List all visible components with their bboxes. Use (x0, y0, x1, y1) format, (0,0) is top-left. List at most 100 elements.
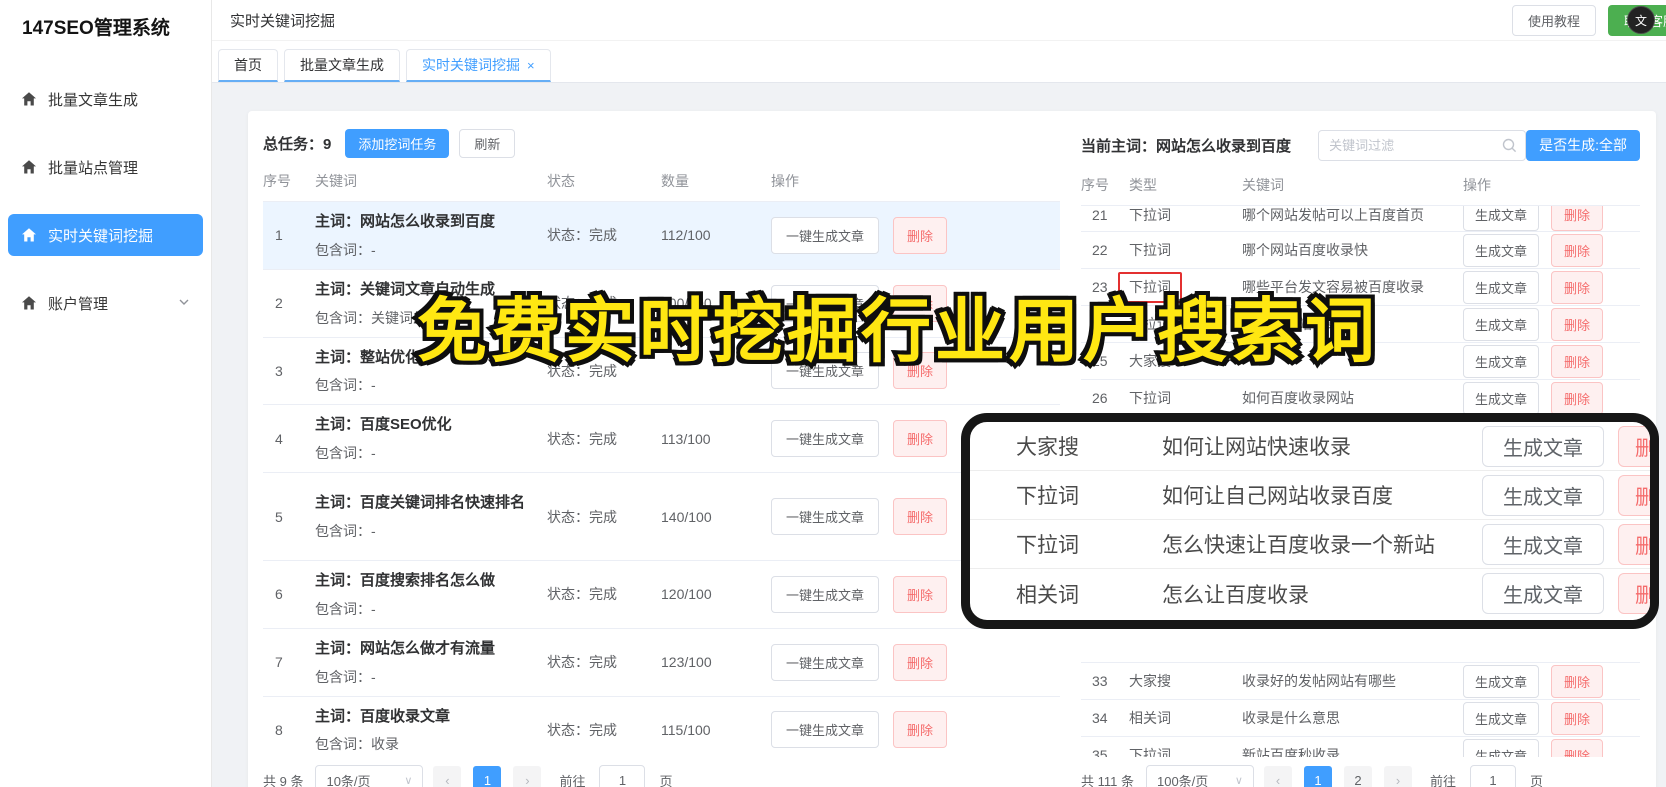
task-table-body: 1 主词：网站怎么收录到百度 包含词：- 状态：完成 112/100 一键生成文章… (263, 202, 1060, 765)
task-count: 113/100 (661, 430, 711, 447)
sidebar-item-label: 账户管理 (48, 295, 109, 313)
keyword-row: 26 下拉词 如何百度收录网站 生成文章 删除 (1081, 380, 1640, 417)
translate-badge-icon[interactable]: 文 (1627, 6, 1655, 34)
delete-button[interactable]: 删除 (1551, 664, 1604, 698)
tab-首页[interactable]: 首页 (218, 49, 278, 82)
tab-label: 批量文章生成 (300, 57, 384, 73)
keyword-row: 33 大家搜 收录好的发帖网站有哪些 生成文章 删除 (1081, 663, 1640, 700)
page-number-1[interactable]: 1 (473, 766, 502, 787)
generate-article-button[interactable]: 生成文章 (1463, 381, 1540, 415)
delete-button[interactable]: 删除 (893, 711, 948, 749)
delete-button[interactable]: 删除 (1551, 701, 1604, 735)
keyword-text: 怎么快速让百度收录一个新站 (1162, 534, 1435, 557)
tabs-bar: 首页 批量文章生成 实时关键词挖掘 × (212, 41, 1666, 83)
page-unit-label: 页 (659, 773, 673, 787)
task-include-word: 包含词：- (315, 377, 376, 394)
keyword-filter-input[interactable] (1318, 129, 1527, 161)
task-page-size-select[interactable]: 10条/页 ∨ (315, 765, 424, 787)
keyword-text: 怎么让百度收录 (1162, 583, 1309, 607)
search-icon (1502, 138, 1517, 152)
current-main-word-label: 当前主词：网站怎么收录到百度 (1081, 137, 1292, 155)
column-header: 关键词 (1242, 177, 1284, 193)
main-area: 实时关键词挖掘 使用教程 联系客服 文 首页 批量文章生成 实时关键词挖掘 × 总任务… (212, 0, 1666, 787)
generate-article-button[interactable]: 生成文章 (1463, 270, 1540, 304)
task-main-word: 主词：网站怎么做才有流量 (315, 639, 496, 657)
generate-all-button[interactable]: 是否生成:全部 (1526, 129, 1640, 161)
row-index: 3 (275, 362, 283, 379)
house-icon (22, 296, 36, 310)
generate-article-button[interactable]: 生成文章 (1482, 523, 1604, 565)
sidebar-item-批量站点管理[interactable]: 批量站点管理 (8, 146, 203, 188)
delete-button[interactable]: 删除 (893, 498, 948, 535)
prev-page-icon[interactable]: ‹ (1263, 766, 1292, 787)
keyword-page-size-select[interactable]: 100条/页 ∨ (1145, 765, 1254, 787)
task-status: 状态：完成 (547, 227, 617, 244)
task-count: 115/100 (661, 721, 711, 738)
delete-button[interactable]: 删除 (1551, 206, 1604, 231)
delete-button[interactable]: 删除 (1618, 425, 1650, 467)
delete-button[interactable]: 删除 (1551, 270, 1604, 304)
task-actions: 一键生成文章 删除 (771, 643, 1060, 681)
generate-article-button[interactable]: 生成文章 (1463, 206, 1540, 231)
keyword-text: 如何让自己网站收录百度 (1162, 485, 1393, 508)
tutorial-button[interactable]: 使用教程 (1511, 4, 1596, 36)
delete-button[interactable]: 删除 (1551, 344, 1604, 378)
generate-article-button[interactable]: 生成文章 (1463, 701, 1540, 735)
generate-articles-button[interactable]: 一键生成文章 (771, 420, 880, 458)
generate-article-button[interactable]: 生成文章 (1463, 307, 1540, 341)
delete-button[interactable]: 删除 (1618, 474, 1650, 516)
task-actions: 一键生成文章 删除 (771, 711, 1060, 749)
goto-page-input[interactable] (1470, 765, 1516, 787)
generate-articles-button[interactable]: 一键生成文章 (771, 575, 880, 613)
tab-实时关键词挖掘[interactable]: 实时关键词挖掘 × (406, 49, 551, 82)
task-include-word: 包含词：- (315, 668, 376, 685)
tab-批量文章生成[interactable]: 批量文章生成 (284, 49, 400, 82)
page-number-2[interactable]: 2 (1343, 766, 1372, 787)
generate-article-button[interactable]: 生成文章 (1463, 344, 1540, 378)
delete-button[interactable]: 删除 (1551, 307, 1604, 341)
generate-article-button[interactable]: 生成文章 (1482, 573, 1604, 614)
next-page-icon[interactable]: › (513, 766, 542, 787)
task-row: 7 主词：网站怎么做才有流量 包含词：- 状态：完成 123/100 一键生成文章… (263, 629, 1060, 697)
generate-article-button[interactable]: 生成文章 (1482, 474, 1604, 516)
keyword-type: 下拉词 (1129, 390, 1171, 406)
total-tasks-label: 总任务：9 (263, 135, 332, 153)
delete-button[interactable]: 删除 (893, 643, 948, 681)
magnified-keyword-row: 相关词 怎么让百度收录 生成文章删除 (970, 569, 1650, 618)
generate-article-button[interactable]: 生成文章 (1463, 233, 1540, 267)
page-title: 实时关键词挖掘 (230, 12, 336, 30)
refresh-button[interactable]: 刷新 (459, 128, 516, 158)
next-page-icon[interactable]: › (1383, 766, 1412, 787)
generate-articles-button[interactable]: 一键生成文章 (771, 216, 880, 254)
generate-articles-button[interactable]: 一键生成文章 (771, 711, 880, 749)
row-index: 34 (1092, 710, 1108, 726)
generate-articles-button[interactable]: 一键生成文章 (771, 498, 880, 535)
prev-page-icon[interactable]: ‹ (433, 766, 462, 787)
keyword-panel-header: 当前主词：网站怎么收录到百度 是否生成:全部 (1081, 129, 1640, 161)
delete-button[interactable]: 删除 (1618, 573, 1650, 614)
chevron-down-icon (178, 295, 190, 312)
close-icon[interactable]: × (527, 58, 535, 73)
page-number-1[interactable]: 1 (1303, 766, 1332, 787)
delete-button[interactable]: 删除 (893, 216, 948, 254)
goto-page-input[interactable] (599, 765, 646, 787)
sidebar-item-实时关键词挖掘[interactable]: 实时关键词挖掘 (8, 214, 203, 256)
task-row: 1 主词：网站怎么收录到百度 包含词：- 状态：完成 112/100 一键生成文章… (263, 202, 1060, 270)
delete-button[interactable]: 删除 (1551, 381, 1604, 415)
generate-article-button[interactable]: 生成文章 (1463, 664, 1540, 698)
sidebar-item-账户管理[interactable]: 账户管理 (8, 282, 203, 324)
delete-button[interactable]: 删除 (1551, 233, 1604, 267)
generate-articles-button[interactable]: 一键生成文章 (771, 643, 880, 681)
generate-article-button[interactable]: 生成文章 (1482, 425, 1604, 467)
task-pagination: 共 9 条 10条/页 ∨ ‹ 1 › 前往 页 (263, 757, 1060, 787)
sidebar-item-label: 批量站点管理 (48, 159, 139, 177)
keyword-type: 下拉词 (1129, 206, 1171, 223)
delete-button[interactable]: 删除 (893, 420, 948, 458)
sidebar-item-批量文章生成[interactable]: 批量文章生成 (8, 78, 203, 120)
delete-button[interactable]: 删除 (893, 575, 948, 613)
task-table-header: 序号 关键词 状态 数量 操作 (263, 161, 1060, 202)
task-row: 6 主词：百度搜索排名怎么做 包含词：- 状态：完成 120/100 一键生成文章… (263, 561, 1060, 629)
add-task-button[interactable]: 添加挖词任务 (345, 128, 450, 158)
delete-button[interactable]: 删除 (1618, 523, 1650, 565)
topbar: 实时关键词挖掘 使用教程 联系客服 文 (212, 0, 1666, 41)
